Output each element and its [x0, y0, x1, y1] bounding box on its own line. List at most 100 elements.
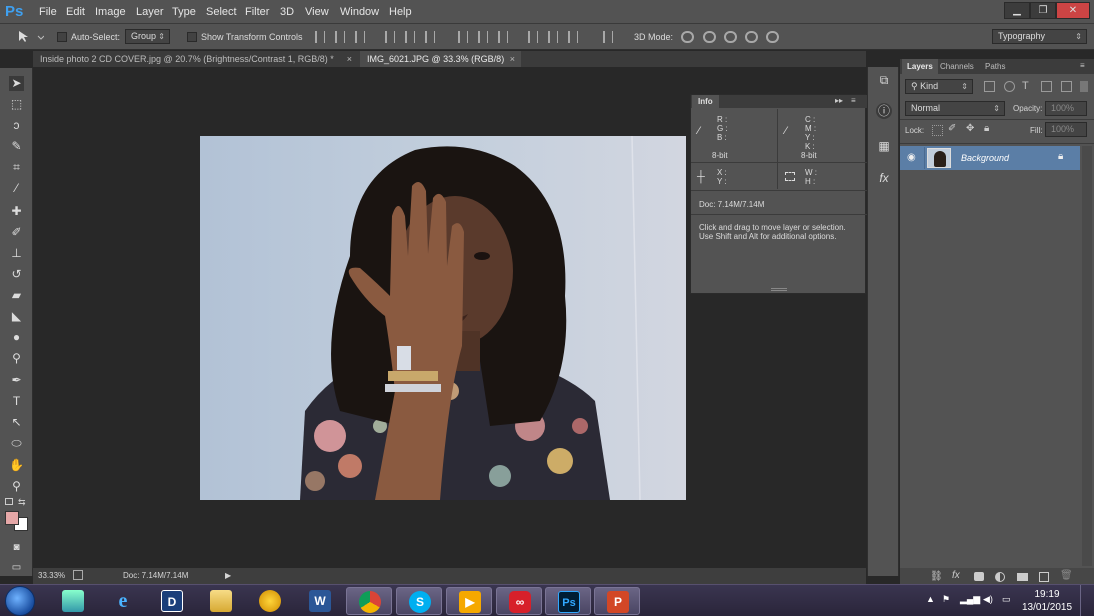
filter-type-icon[interactable]: T	[1022, 80, 1029, 92]
layers-scrollbar[interactable]	[1082, 146, 1092, 566]
taskbar-file-explorer[interactable]	[198, 587, 244, 615]
filter-shape-icon[interactable]	[1041, 81, 1052, 92]
tab-inside-photo[interactable]: Inside photo 2 CD COVER.jpg @ 20.7% (Bri…	[33, 51, 358, 67]
tab-layers[interactable]: Layers	[902, 59, 938, 74]
history-brush-tool-icon[interactable]: ↺	[9, 267, 24, 282]
export-icon[interactable]	[73, 570, 83, 580]
clone-stamp-tool-icon[interactable]: ⊥	[9, 246, 24, 261]
menu-image[interactable]: Image	[95, 6, 126, 18]
taskbar-powerpoint[interactable]: P	[594, 587, 640, 615]
eyedropper-icon[interactable]: ⁄	[785, 125, 787, 137]
fill-field[interactable]: 100%	[1045, 122, 1087, 137]
align-hcenter-icon[interactable]	[405, 31, 415, 43]
taskbar-dolby[interactable]: D	[149, 587, 195, 615]
type-tool-icon[interactable]: T	[9, 394, 24, 409]
taskbar-photoshop-elements[interactable]	[50, 587, 96, 615]
panel-menu-icon[interactable]: ≡	[1080, 61, 1085, 70]
delete-layer-icon[interactable]: 🗑︎	[1060, 570, 1073, 581]
move-tool-icon[interactable]	[16, 30, 44, 44]
hand-tool-icon[interactable]: ✋	[9, 458, 24, 473]
distribute-hcenter-icon[interactable]	[548, 31, 558, 43]
auto-select-dropdown[interactable]: Group ⇕	[125, 29, 170, 44]
menu-help[interactable]: Help	[389, 6, 412, 18]
align-right-icon[interactable]	[425, 31, 435, 43]
status-menu-arrow[interactable]: ▶	[225, 571, 231, 580]
align-bottom-icon[interactable]	[355, 31, 365, 43]
filter-smart-object-icon[interactable]	[1061, 81, 1072, 92]
align-vcenter-icon[interactable]	[335, 31, 345, 43]
collapse-icon[interactable]: ▸▸	[835, 96, 843, 105]
distribute-bottom-icon[interactable]	[498, 31, 508, 43]
3d-slide-icon[interactable]	[745, 31, 758, 43]
grid-icon[interactable]: ▦	[876, 138, 892, 154]
move-tool-icon[interactable]: ➤	[9, 76, 24, 91]
pen-tool-icon[interactable]: ✒	[9, 373, 24, 388]
new-layer-icon[interactable]	[1039, 572, 1049, 582]
opacity-field[interactable]: 100%	[1045, 101, 1087, 116]
styles-fx-icon[interactable]: fx	[876, 170, 892, 186]
menu-layer[interactable]: Layer	[136, 6, 164, 18]
volume-icon[interactable]: ◀)	[983, 594, 993, 605]
align-left-icon[interactable]	[385, 31, 395, 43]
show-desktop-button[interactable]	[1080, 585, 1094, 616]
add-mask-icon[interactable]	[974, 572, 984, 581]
flag-icon[interactable]: ⚑	[942, 594, 950, 605]
lock-transparent-icon[interactable]	[932, 125, 943, 136]
taskbar-creative-cloud[interactable]: ∞	[496, 587, 542, 615]
lock-position-icon[interactable]: ✥	[966, 123, 974, 134]
menu-file[interactable]: File	[39, 6, 57, 18]
menu-select[interactable]: Select	[206, 6, 237, 18]
filter-pixel-icon[interactable]	[984, 81, 995, 92]
distribute-vcenter-icon[interactable]	[478, 31, 488, 43]
filter-adjustment-icon[interactable]	[1004, 81, 1015, 92]
link-layers-icon[interactable]: ⛓	[930, 571, 943, 582]
3d-rotate-icon[interactable]	[681, 31, 694, 43]
menu-filter[interactable]: Filter	[245, 6, 269, 18]
panel-menu-icon[interactable]: ≡	[851, 96, 856, 105]
eyedropper-icon[interactable]: ⁄	[698, 125, 700, 137]
quick-mask-icon[interactable]: ◙	[9, 540, 24, 555]
foreground-color-swatch[interactable]	[5, 511, 19, 525]
quick-select-tool-icon[interactable]: ✎	[9, 139, 24, 154]
distribute-left-icon[interactable]	[528, 31, 538, 43]
brush-tool-icon[interactable]: ✐	[9, 225, 24, 240]
3d-pan-icon[interactable]	[724, 31, 737, 43]
close-button[interactable]: ✕	[1056, 2, 1090, 19]
lock-all-icon[interactable]: 🔒︎	[984, 123, 989, 134]
workspace-dropdown[interactable]: Typography ⇕	[992, 29, 1087, 44]
document-image[interactable]	[200, 136, 686, 500]
info-tab[interactable]: Info	[692, 95, 719, 108]
blur-tool-icon[interactable]: ●	[9, 330, 24, 345]
eyedropper-tool-icon[interactable]: ⁄	[9, 181, 24, 196]
3d-scale-icon[interactable]	[766, 31, 779, 43]
filter-toggle[interactable]	[1080, 81, 1088, 92]
eraser-tool-icon[interactable]: ▰	[9, 288, 24, 303]
tab-channels[interactable]: Channels	[935, 59, 979, 74]
close-icon[interactable]: ×	[510, 51, 515, 67]
auto-select-checkbox[interactable]	[57, 32, 67, 42]
dodge-tool-icon[interactable]: ⚲	[9, 351, 24, 366]
swap-colors-icon[interactable]: ⇆	[18, 497, 26, 508]
system-clock[interactable]: 19:19 13/01/2015	[1022, 588, 1072, 614]
menu-type[interactable]: Type	[172, 6, 196, 18]
lock-pixels-icon[interactable]: ✐	[948, 123, 956, 134]
restore-button[interactable]: ❐	[1030, 2, 1056, 19]
taskbar-skype[interactable]: S	[396, 587, 442, 615]
eye-visibility-icon[interactable]: ◉	[907, 152, 916, 163]
ellipse-tool-icon[interactable]: ⬭	[9, 436, 24, 451]
default-colors-icon[interactable]	[5, 498, 13, 505]
taskbar-fl-studio[interactable]	[247, 587, 293, 615]
distribute-right-icon[interactable]	[568, 31, 578, 43]
resize-handle[interactable]	[771, 288, 787, 291]
taskbar-media-player[interactable]: ▶	[446, 587, 492, 615]
new-group-icon[interactable]	[1017, 573, 1028, 581]
start-button[interactable]	[5, 586, 35, 616]
network-icon[interactable]: ▂▄▆	[960, 594, 980, 605]
lasso-tool-icon[interactable]: ↄ	[9, 118, 24, 133]
menu-window[interactable]: Window	[340, 6, 379, 18]
marquee-tool-icon[interactable]: ⬚	[9, 97, 24, 112]
filter-kind-dropdown[interactable]: ⚲ Kind ⇕	[905, 79, 973, 94]
blend-mode-dropdown[interactable]: Normal ⇕	[905, 101, 1005, 116]
history-icon[interactable]: ⧉	[876, 72, 892, 88]
close-icon[interactable]: ×	[347, 51, 352, 67]
